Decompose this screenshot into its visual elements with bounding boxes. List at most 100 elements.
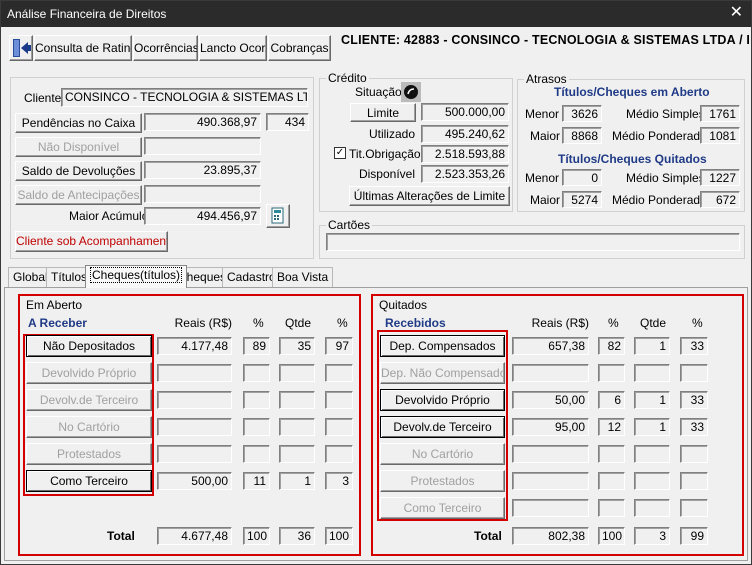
situacao-label: Situação (355, 85, 402, 99)
lancto-ocor-button[interactable]: Lancto Ocor. (199, 35, 267, 61)
pendencias-value: 490.368,97 (144, 113, 261, 131)
exit-door-icon[interactable] (9, 35, 33, 61)
quitados-row-reais (512, 364, 589, 382)
aberto-row-reais: 4.177,48 (157, 337, 232, 355)
nao-disponivel-value (144, 137, 261, 155)
quitados-row-reais: 657,38 (512, 337, 589, 355)
quitados-row-pct (598, 364, 625, 382)
aberto-total-label: Total (107, 529, 135, 543)
aberto-header-qtde: Qtde (285, 316, 312, 330)
close-icon[interactable]: ✕ (730, 4, 743, 22)
pendencias-caixa-button[interactable]: Pendências no Caixa (15, 113, 142, 133)
cartoes-caption: Cartões (326, 218, 373, 232)
aberto-row-reais (157, 391, 232, 409)
tit-obrigacao-label: Tit.Obrigação (349, 147, 421, 161)
quitados-row-button[interactable]: Devolvido Próprio (380, 389, 505, 411)
saldo-antecipacoes-button[interactable]: Saldo de Antecipações (15, 185, 142, 205)
quitados-row-qtde (634, 364, 670, 382)
quitados-row-qtde: 1 (634, 337, 670, 355)
cliente-acompanhamento-button[interactable]: Cliente sob Acompanhamento (15, 231, 168, 252)
aberto-row-qtde: 35 (279, 337, 315, 355)
q-medio-ponderado-label: Médio Ponderado (612, 193, 707, 207)
q-menor-label: Menor (525, 171, 560, 185)
quitados-total-pct2: 99 (680, 527, 708, 545)
aberto-header-pct: % (253, 316, 264, 330)
quitados-row-pct (598, 499, 625, 517)
quitados-row-qtde: 1 (634, 391, 670, 409)
a-menor-value: 3626 (562, 105, 602, 122)
limite-value: 500.000,00 (421, 103, 509, 121)
quitados-row-pct: 82 (598, 337, 625, 355)
quitados-caption: Quitados (377, 298, 430, 312)
quitados-row-reais: 50,00 (512, 391, 589, 409)
aberto-row-pct (243, 391, 270, 409)
quitados-row-button[interactable]: Como Terceiro (380, 497, 505, 519)
aberto-row-pct2 (325, 445, 353, 463)
q-maior-label: Maior (530, 193, 561, 207)
quitados-header-qtde: Qtde (640, 316, 667, 330)
aberto-row-pct (243, 445, 270, 463)
quitados-row-button[interactable]: No Cartório (380, 443, 505, 465)
calculator-icon[interactable] (266, 204, 290, 228)
utilizado-value: 495.240,62 (421, 125, 509, 143)
situacao-icon (401, 82, 421, 102)
quitados-row-qtde (634, 445, 670, 463)
aberto-row-button[interactable]: Devolv.de Terceiro (26, 389, 152, 411)
aberto-header-reais: Reais (R$) (174, 316, 232, 330)
quitados-row-qtde (634, 499, 670, 517)
q-medio-simples-value: 1227 (700, 169, 740, 186)
quitados-row-pct2: 33 (680, 391, 708, 409)
quitados-row-button[interactable]: Devolv.de Terceiro (380, 416, 505, 438)
tab-cheques-titulos-label: Cheques(títulos) (90, 267, 183, 283)
quitados-total-qtde: 3 (634, 527, 670, 545)
quitados-header-reais: Reais (R$) (531, 316, 589, 330)
nao-disponivel-button[interactable]: Não Disponível (15, 137, 142, 157)
maior-acumulo-label: Maior Acúmulo (69, 209, 149, 223)
aberto-row-qtde: 1 (279, 472, 315, 490)
cliente-field: CONSINCO - TECNOLOGIA & SISTEMAS LTDA (61, 88, 308, 107)
quitados-row-button[interactable]: Protestados (380, 470, 505, 492)
tab-boa-vista[interactable]: Boa Vista (272, 267, 334, 287)
quitados-total-pct: 100 (598, 527, 625, 545)
ultimas-alteracoes-button[interactable]: Últimas Alterações de Limite (349, 186, 510, 206)
q-menor-value: 0 (562, 169, 602, 186)
tit-obrigacao-value: 2.518.593,88 (421, 145, 509, 163)
quitados-row-button[interactable]: Dep. Compensados (380, 335, 505, 357)
cobrancas-button[interactable]: Cobranças (268, 35, 331, 61)
quitados-row-pct2 (680, 445, 708, 463)
aberto-row-button[interactable]: Protestados (26, 443, 152, 465)
tab-cheques-titulos[interactable]: Cheques(títulos) (85, 265, 188, 288)
aberto-row-button[interactable]: No Cartório (26, 416, 152, 438)
aberto-row-pct (243, 364, 270, 382)
aberto-row-button[interactable]: Não Depositados (26, 335, 152, 357)
aberto-row-qtde (279, 391, 315, 409)
aberto-row-button[interactable]: Como Terceiro (26, 470, 152, 492)
quitados-row-pct2 (680, 364, 708, 382)
quitados-row-pct2: 33 (680, 337, 708, 355)
aberto-row-reais (157, 445, 232, 463)
quitados-row-button[interactable]: Dep. Não Compensados (380, 362, 505, 384)
maior-acumulo-value: 494.456,97 (144, 207, 261, 225)
tit-obrigacao-checkbox[interactable]: ✓ (334, 147, 346, 159)
aberto-row-button[interactable]: Devolvido Próprio (26, 362, 152, 384)
cartoes-field (326, 233, 740, 251)
aberto-row-pct: 89 (243, 337, 270, 355)
aberto-total-pct: 100 (243, 527, 270, 545)
aberto-title: Títulos/Cheques em Aberto (554, 85, 710, 99)
quitados-row-reais (512, 472, 589, 490)
main-window: Análise Financeira de Direitos ✕ Consult… (0, 0, 752, 565)
aberto-row-pct2: 97 (325, 337, 353, 355)
pendencias-count: 434 (266, 113, 309, 131)
limite-button[interactable]: Limite (350, 103, 416, 122)
saldo-devolucoes-button[interactable]: Saldo de Devoluções (15, 161, 142, 181)
q-medio-ponderado-value: 672 (700, 191, 740, 208)
quitados-title: Recebidos (385, 316, 446, 330)
disponivel-value: 2.523.353,26 (421, 165, 509, 183)
ocorrencias-button[interactable]: Ocorrências (133, 35, 198, 61)
aberto-title: A Receber (28, 316, 87, 330)
quitados-header-pct: % (608, 316, 619, 330)
consulta-rating-button[interactable]: Consulta de Rating (34, 35, 132, 61)
aberto-row-reais (157, 364, 232, 382)
a-medio-ponderado-value: 1081 (700, 127, 740, 144)
a-menor-label: Menor (525, 107, 560, 121)
